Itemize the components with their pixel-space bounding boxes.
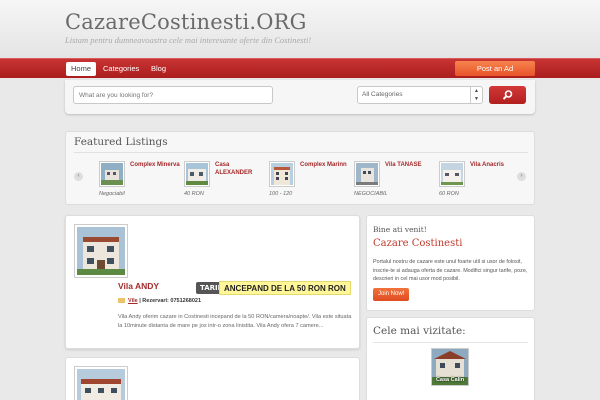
listing-excerpt: Vila Andy oferim cazare in Costinesti in… [118, 314, 352, 329]
featured-name[interactable]: Vila Anacris [470, 161, 520, 169]
featured-name[interactable]: Vila TANASE [385, 161, 435, 169]
welcome-title: Cazare Costinesti [373, 238, 463, 249]
featured-name[interactable]: Complex Marinn [300, 161, 350, 169]
welcome-text: Portalul nostru de cazare este unul foar… [373, 259, 528, 283]
featured-item[interactable]: Vila Anacris 60 RON [439, 161, 519, 205]
featured-name[interactable]: Casa ALEXANDER [215, 161, 265, 177]
tarif-highlight: ANCEPAND DE LA 50 RON RON [219, 281, 351, 295]
carousel-prev-button[interactable]: ‹ [74, 172, 83, 181]
search-bar: All Categories ▲▼ [65, 80, 535, 114]
category-select-value: All Categories [362, 91, 403, 98]
welcome-heading: Bine ati venit! [373, 225, 427, 234]
main-navbar: Home Categories Blog Post an Ad [0, 58, 600, 78]
search-button[interactable] [489, 86, 526, 104]
featured-item[interactable]: Complex Marinn 100 - 120 [269, 161, 349, 205]
nav-blog[interactable]: Blog [146, 62, 171, 76]
featured-thumbnail[interactable] [184, 161, 210, 187]
listing-thumbnail[interactable] [74, 366, 128, 400]
welcome-widget: Bine ati venit! Cazare Costinesti Portal… [366, 215, 535, 311]
featured-title: Featured Listings [74, 136, 168, 148]
post-ad-button[interactable]: Post an Ad [455, 61, 535, 76]
featured-thumbnail[interactable] [439, 161, 465, 187]
featured-thumbnail[interactable] [269, 161, 295, 187]
featured-price: 100 - 120 [269, 191, 293, 197]
join-now-button[interactable]: Join Now! [373, 288, 410, 301]
divider [74, 152, 528, 153]
site-header: CazareCostinesti.ORG Listam pentru dumne… [0, 0, 600, 58]
featured-item[interactable]: Complex Minerva Negociabil [99, 161, 180, 205]
popular-thumbnail[interactable]: Casa Calin [431, 348, 469, 386]
divider [373, 342, 528, 343]
featured-listings: Featured Listings ‹ › Complex Minerva Ne… [65, 131, 535, 205]
listing-thumbnail[interactable] [74, 224, 128, 278]
most-visited-widget: Cele mai vizitate: Casa Calin [366, 317, 535, 400]
featured-thumbnail[interactable] [99, 161, 125, 187]
listing-reservation: | Rezervari: 0751268021 [139, 298, 201, 304]
folder-icon [118, 298, 125, 303]
listing-meta: Vile | Rezervari: 0751268021 [118, 298, 201, 304]
featured-thumbnail[interactable] [354, 161, 380, 187]
featured-price: NEGOCIABIL [354, 191, 388, 197]
category-select[interactable]: All Categories ▲ ▼ [357, 86, 483, 104]
most-visited-title: Cele mai vizitate: [373, 325, 466, 337]
featured-item[interactable]: Casa ALEXANDER 40 RON [184, 161, 264, 205]
search-input[interactable] [73, 86, 273, 104]
nav-home[interactable]: Home [66, 62, 97, 76]
nav-categories[interactable]: Categories [98, 62, 144, 76]
select-arrows-icon: ▲ ▼ [470, 87, 482, 103]
magnifier-icon [502, 90, 513, 100]
featured-name[interactable]: Complex Minerva [130, 161, 180, 169]
featured-price: 40 RON [184, 191, 204, 197]
listing-card [65, 357, 360, 400]
popular-item-label[interactable]: Casa Calin [432, 377, 468, 383]
listing-category-link[interactable]: Vile [128, 298, 138, 304]
listing-title[interactable]: Vila ANDY [118, 281, 159, 291]
site-tagline: Listam pentru dumneavoastra cele mai int… [65, 35, 312, 45]
site-title[interactable]: CazareCostinesti.ORG [65, 10, 307, 34]
featured-price: 60 RON [439, 191, 459, 197]
listing-card: Vila ANDY TARIF: ANCEPAND DE LA 50 RON R… [65, 215, 360, 349]
featured-item[interactable]: Vila TANASE NEGOCIABIL [354, 161, 434, 205]
featured-price: Negociabil [99, 191, 125, 197]
